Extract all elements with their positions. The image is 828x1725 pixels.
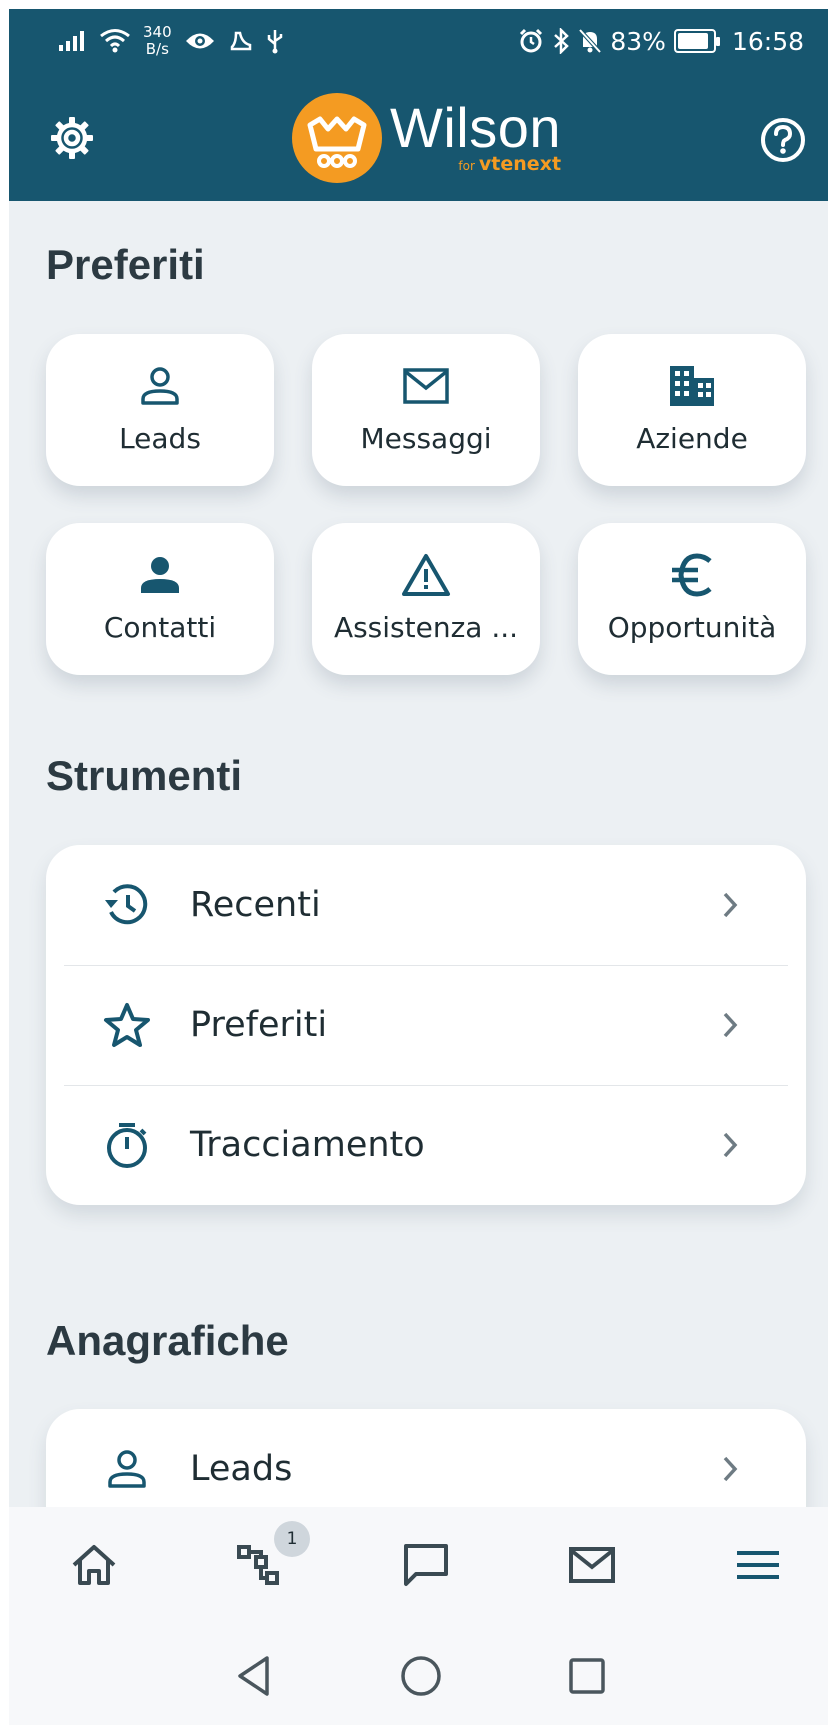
- clock: 16:58: [731, 26, 804, 56]
- nav-menu[interactable]: [728, 1535, 788, 1595]
- logo-subtitle: for vtenext: [458, 154, 561, 176]
- registry-title: Anagrafiche: [46, 1317, 289, 1364]
- tools-item-label: Tracciamento: [190, 1125, 425, 1165]
- favorite-assistenza[interactable]: Assistenza ...: [312, 523, 540, 675]
- favorite-label: Assistenza ...: [333, 611, 519, 644]
- logo-brand: vtenext: [478, 153, 562, 175]
- alarm-icon: [520, 28, 543, 53]
- nav-mail[interactable]: [562, 1535, 622, 1595]
- recents-square-icon: [569, 1658, 605, 1694]
- chevron-right-icon: [718, 1127, 742, 1163]
- user-outline-icon: [138, 362, 182, 410]
- favorites-title: Preferiti: [46, 241, 205, 288]
- app-logo: Wilson for vtenext: [292, 93, 561, 183]
- shoe-icon: [230, 31, 251, 51]
- chevron-right-icon: [718, 1007, 742, 1043]
- favorite-messaggi[interactable]: Messaggi: [312, 334, 540, 486]
- tools-item-tracciamento[interactable]: Tracciamento: [46, 1085, 806, 1205]
- favorite-opportunita[interactable]: Opportunità: [578, 523, 806, 675]
- system-home-button[interactable]: [396, 1651, 446, 1701]
- chevron-right-icon: [718, 1451, 742, 1487]
- favorite-label: Aziende: [636, 422, 748, 455]
- signal-icon: [59, 31, 84, 51]
- status-left: 340 B/s: [57, 21, 284, 61]
- net-speed-value: 340: [143, 23, 172, 41]
- star-icon: [101, 999, 153, 1051]
- favorite-label: Messaggi: [360, 422, 492, 455]
- eye-icon: [185, 33, 214, 49]
- battery-percent: 83%: [610, 26, 666, 56]
- user-outline-icon: [101, 1443, 153, 1495]
- app-screen: 340 B/s 83% 16:58 Wilson for vtenext Pre…: [9, 9, 828, 1725]
- bluetooth-icon: [554, 28, 570, 54]
- usb-icon: [267, 30, 282, 54]
- favorite-label: Leads: [119, 422, 201, 455]
- favorite-label: Opportunità: [607, 611, 777, 644]
- home-icon: [72, 1545, 116, 1585]
- favorite-label: Contatti: [103, 611, 217, 644]
- favorites-grid: Leads Messaggi Aziende Contatti Assisten…: [46, 334, 808, 675]
- tools-item-label: Preferiti: [190, 1005, 328, 1045]
- user-filled-icon: [138, 551, 182, 599]
- help-icon: [761, 118, 805, 162]
- chat-icon: [404, 1544, 448, 1586]
- help-button[interactable]: [756, 113, 810, 167]
- wifi-icon: [100, 29, 130, 53]
- chevron-right-icon: [718, 887, 742, 923]
- nav-processes[interactable]: 1: [230, 1521, 310, 1595]
- favorite-contatti[interactable]: Contatti: [46, 523, 274, 675]
- status-right: 83% 16:58: [518, 21, 804, 61]
- settings-button[interactable]: [45, 111, 99, 165]
- processes-badge: 1: [274, 1521, 310, 1557]
- logo-for: for: [458, 159, 475, 173]
- menu-icon: [737, 1551, 779, 1579]
- favorite-aziende[interactable]: Aziende: [578, 334, 806, 486]
- system-nav-bar: [9, 1627, 828, 1725]
- nav-home[interactable]: [64, 1535, 124, 1595]
- history-icon: [101, 879, 153, 931]
- registry-item-label: Leads: [190, 1449, 293, 1489]
- net-speed: 340 B/s: [143, 24, 172, 58]
- mute-bell-icon: [578, 28, 602, 54]
- mail-icon: [569, 1547, 615, 1583]
- gear-icon: [51, 117, 93, 159]
- logo-title: Wilson: [390, 96, 562, 159]
- tools-item-label: Recenti: [190, 885, 321, 925]
- stopwatch-icon: [101, 1119, 153, 1171]
- warning-icon: [401, 551, 451, 599]
- app-header: 340 B/s 83% 16:58 Wilson for vtenext: [9, 9, 828, 201]
- system-recents-button[interactable]: [562, 1651, 612, 1701]
- nav-chat[interactable]: [396, 1535, 456, 1595]
- home-circle-icon: [401, 1656, 441, 1696]
- status-bar: 340 B/s 83% 16:58: [9, 9, 828, 73]
- favorite-leads[interactable]: Leads: [46, 334, 274, 486]
- logo-text: Wilson for vtenext: [390, 100, 561, 176]
- tools-list: Recenti Preferiti Tracciamento: [46, 845, 806, 1205]
- battery-icon: [673, 29, 720, 53]
- tools-item-recenti[interactable]: Recenti: [46, 845, 806, 965]
- euro-icon: [668, 551, 716, 599]
- bottom-nav: 1: [9, 1507, 828, 1627]
- net-speed-unit: B/s: [145, 40, 169, 58]
- envelope-icon: [402, 362, 450, 410]
- tools-title: Strumenti: [46, 752, 243, 799]
- system-back-button[interactable]: [229, 1651, 279, 1701]
- building-icon: [668, 362, 716, 410]
- back-triangle-icon: [238, 1656, 269, 1696]
- tools-item-preferiti[interactable]: Preferiti: [46, 965, 806, 1085]
- logo-mark: [292, 93, 382, 183]
